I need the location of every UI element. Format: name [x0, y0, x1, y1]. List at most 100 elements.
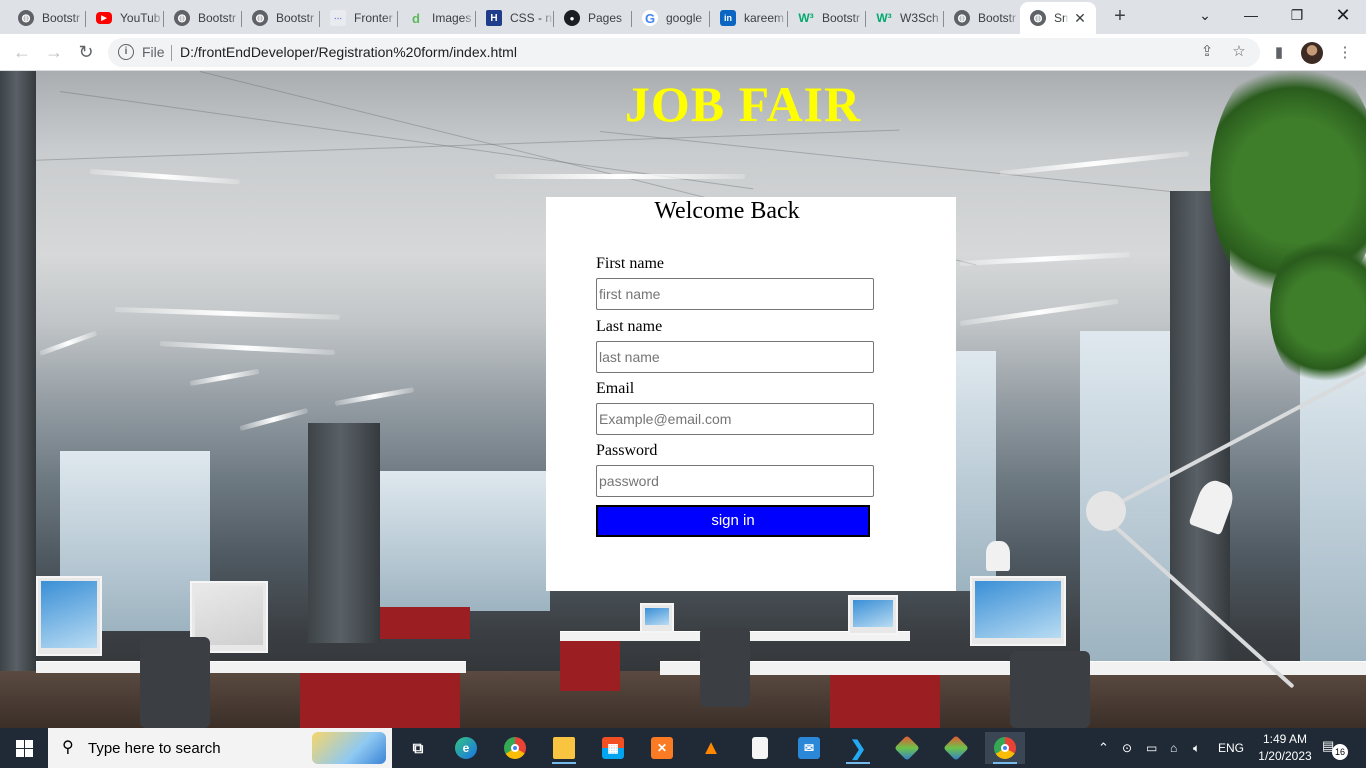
back-button[interactable]: ← [10, 40, 34, 64]
tab-active[interactable]: ◍ Sm ✕ [1020, 2, 1096, 34]
tab-7[interactable]: H CSS - n [476, 4, 554, 32]
clock-time: 1:49 AM [1262, 732, 1308, 746]
page-viewport: JOB FAIR Welcome Back First name Last na… [0, 71, 1366, 728]
tab-11[interactable]: W³ Bootstr [788, 4, 866, 32]
tab-9[interactable]: Ggoogle [632, 4, 710, 32]
address-bar[interactable]: i File D:/frontEndDeveloper/Registration… [108, 38, 1260, 67]
search-highlight-image [312, 732, 386, 764]
volume-icon[interactable]: 🔈︎ [1193, 728, 1200, 768]
notepad-icon[interactable] [740, 732, 780, 764]
tab-title: Fronter [354, 11, 393, 25]
last-name-label: Last name [596, 318, 663, 335]
tab-3[interactable]: ◍ Bootstr [164, 4, 242, 32]
scheme-label: File [142, 44, 165, 60]
divider [171, 45, 172, 61]
tab-8[interactable]: ● Pages [554, 4, 632, 32]
share-icon[interactable]: ⇪ [1196, 41, 1218, 63]
frontend-icon: ⋯ [330, 10, 346, 26]
globe-icon: ◍ [1030, 10, 1046, 26]
browser-toolbar: ← → ↻ i File D:/frontEndDeveloper/Regist… [0, 34, 1366, 71]
tab-title: Bootstr [198, 11, 237, 25]
vlc-icon[interactable]: ▲ [691, 732, 731, 764]
reload-button[interactable]: ↻ [74, 40, 98, 64]
first-name-input[interactable] [596, 278, 874, 310]
email-input[interactable] [596, 403, 874, 435]
info-icon[interactable]: i [118, 44, 134, 60]
minimize-button[interactable]: — [1228, 0, 1274, 30]
forward-button[interactable]: → [42, 40, 66, 64]
tab-strip: ◍ Bootstr ▶ YouTub ◍ Bootstr ◍ Bootstr ⋯ Fron… [0, 0, 1366, 34]
url-text[interactable]: D:/frontEndDeveloper/Registration%20form… [180, 44, 517, 60]
vscode-icon[interactable]: ❯ [838, 732, 878, 764]
language-indicator[interactable]: ENG [1218, 728, 1244, 768]
side-panel-icon[interactable]: ▮ [1268, 42, 1290, 64]
linkedin-icon: in [720, 10, 736, 26]
tab-10[interactable]: in kareem [710, 4, 788, 32]
search-placeholder: Type here to search [88, 739, 221, 757]
google-icon: G [642, 10, 658, 26]
sign-in-card: Welcome Back First name Last name Email … [546, 197, 956, 591]
meet-icon[interactable]: ⊙ [1122, 728, 1132, 768]
github-icon: ● [564, 10, 580, 26]
chrome-active-icon[interactable] [985, 732, 1025, 764]
task-view-icon[interactable]: ⧉ [398, 732, 438, 764]
notification-icon[interactable]: ▤ 16 [1322, 738, 1348, 760]
menu-icon[interactable]: ⋮ [1334, 42, 1356, 64]
notification-count: 16 [1332, 744, 1348, 760]
start-button[interactable] [0, 728, 48, 768]
taskbar: ⚲ Type here to search ⧉ e ▦ ✕ ▲ ✉ ❯ ⌃ ⊙ … [0, 728, 1366, 768]
edge-icon[interactable]: e [446, 732, 486, 764]
password-input[interactable] [596, 465, 874, 497]
new-tab-button[interactable]: + [1109, 5, 1131, 27]
tab-title: Pages [588, 11, 623, 25]
git-gui-icon[interactable] [936, 732, 976, 764]
tab-title: Bootstr [42, 11, 81, 25]
tab-1[interactable]: ◍ Bootstr [8, 4, 86, 32]
tab-4[interactable]: ◍ Bootstr [242, 4, 320, 32]
windows-icon [15, 739, 33, 757]
taskbar-search[interactable]: ⚲ Type here to search [48, 728, 392, 768]
password-label: Password [596, 442, 658, 459]
avatar[interactable] [1301, 42, 1323, 64]
tab-12[interactable]: W³ W3Sch [866, 4, 944, 32]
tab-title: kareem [744, 11, 785, 25]
clock[interactable]: 1:49 AM 1/20/2023 [1252, 731, 1318, 765]
page-title: JOB FAIR [624, 76, 862, 132]
card-heading: Welcome Back [654, 198, 800, 224]
tab-title: Sm [1054, 11, 1068, 25]
bookmark-star-icon[interactable]: ☆ [1228, 41, 1250, 63]
tab-title: YouTub [120, 11, 161, 25]
tab-title: CSS - n [510, 11, 553, 25]
clock-date: 1/20/2023 [1258, 749, 1312, 763]
network-icon[interactable]: ⌂ [1170, 728, 1177, 768]
globe-icon: ◍ [174, 10, 190, 26]
tab-title: Bootstr [276, 11, 315, 25]
tab-title: Bootstr [822, 11, 861, 25]
tab-search-icon[interactable]: ⌄ [1182, 0, 1228, 30]
w3schools-icon: W³ [876, 11, 892, 25]
tab-title: W3Sch [900, 11, 939, 25]
tab-2[interactable]: ▶ YouTub [86, 4, 164, 32]
youtube-icon: ▶ [96, 12, 112, 24]
last-name-input[interactable] [596, 341, 874, 373]
mail-icon[interactable]: ✉ [789, 732, 829, 764]
globe-icon: ◍ [954, 10, 970, 26]
tab-13[interactable]: ◍ Bootstr [944, 4, 1020, 32]
tab-title: Bootstr [978, 11, 1017, 25]
sign-in-button[interactable]: sign in [596, 505, 870, 537]
store-icon[interactable]: ▦ [593, 732, 633, 764]
chrome-icon[interactable] [495, 732, 535, 764]
w3schools-icon: W³ [798, 11, 814, 25]
tab-5[interactable]: ⋯ Fronter [320, 4, 398, 32]
first-name-label: First name [596, 255, 664, 272]
battery-icon[interactable]: ▭ [1146, 728, 1157, 768]
tab-6[interactable]: d Images [398, 4, 476, 32]
git-icon[interactable] [887, 732, 927, 764]
file-explorer-icon[interactable] [544, 732, 584, 764]
tab-title: google [666, 11, 703, 25]
restore-button[interactable]: ❐ [1274, 0, 1320, 30]
close-tab-icon[interactable]: ✕ [1072, 10, 1088, 27]
chevron-up-icon[interactable]: ⌃ [1098, 728, 1109, 768]
xampp-icon[interactable]: ✕ [642, 732, 682, 764]
close-window-button[interactable]: ✕ [1320, 0, 1366, 30]
